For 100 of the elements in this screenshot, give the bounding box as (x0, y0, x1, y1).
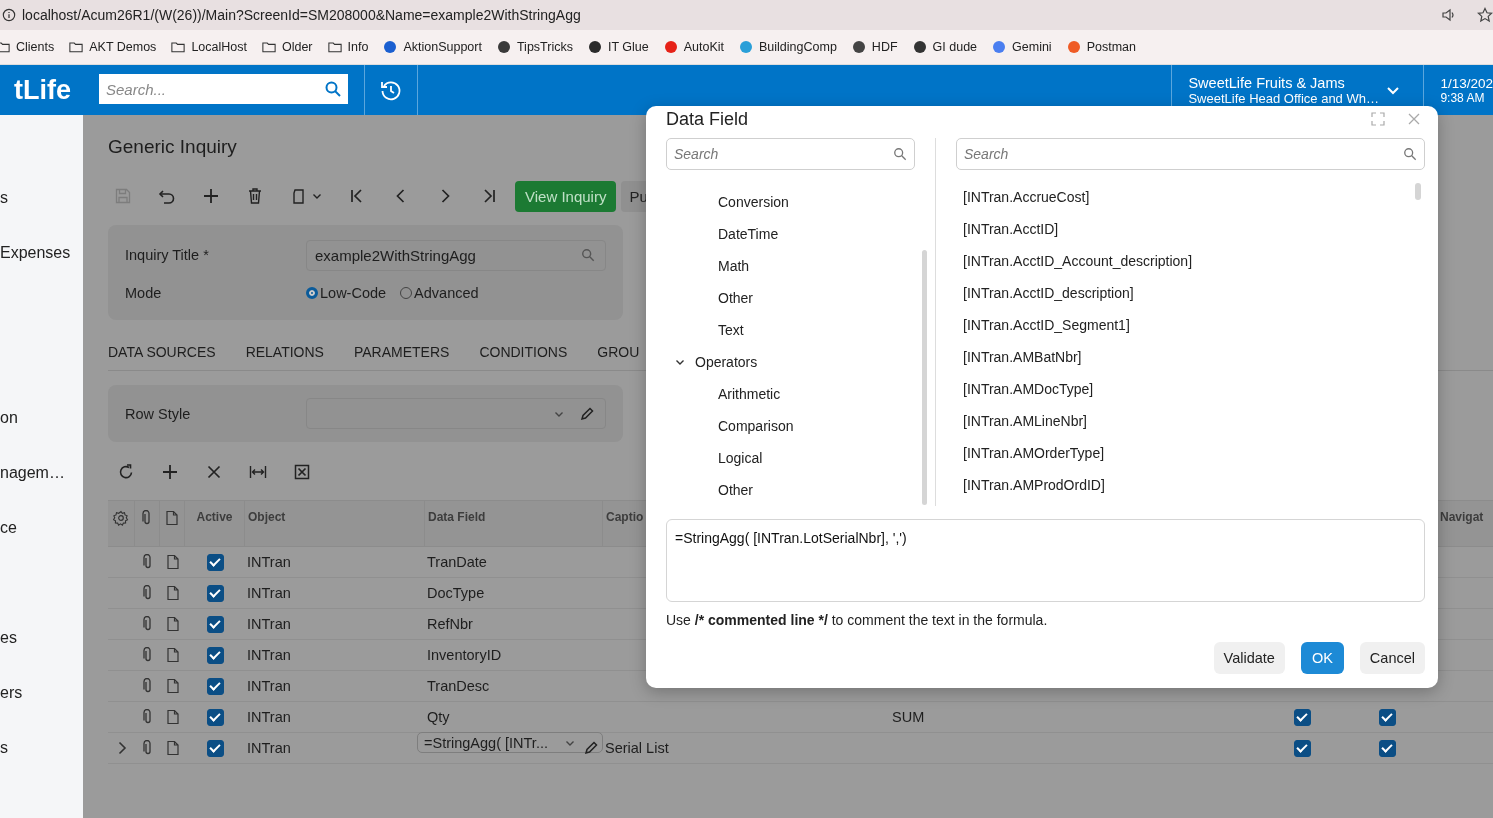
bookmark-link[interactable]: Gemini (1012, 40, 1052, 54)
plus-icon[interactable] (202, 187, 220, 205)
note-icon[interactable] (164, 709, 181, 725)
bookmark-link[interactable]: TipsTricks (516, 40, 573, 54)
checkbox[interactable] (1293, 708, 1311, 726)
bookmark-link[interactable]: AutoKit (683, 40, 725, 54)
sidebar-item[interactable]: s (0, 720, 83, 775)
plus-icon[interactable] (161, 463, 179, 481)
search-field[interactable]: Search (666, 138, 915, 170)
tree-item[interactable]: Other (666, 474, 915, 506)
checkbox[interactable] (206, 739, 224, 757)
tree-item[interactable]: Logical (666, 442, 915, 474)
field-list-item[interactable]: [INTran.AcctID_Segment1] (956, 309, 1425, 341)
pencil-icon[interactable] (583, 740, 599, 756)
tree-item[interactable]: Operators (666, 346, 915, 378)
note-icon[interactable] (164, 554, 181, 570)
bookmark-link[interactable]: IT Glue (607, 40, 649, 54)
grid-row[interactable]: INTran =StringAgg( [INTr... Serial List (108, 733, 1493, 764)
star-icon[interactable] (1477, 7, 1493, 23)
refresh-icon[interactable] (117, 463, 135, 481)
column-header[interactable]: Active (185, 501, 245, 546)
bookmark-link[interactable]: AKT Demos (89, 40, 157, 54)
ok-button[interactable]: OK (1300, 642, 1344, 674)
checkbox[interactable] (206, 615, 224, 633)
trash-icon[interactable] (246, 187, 264, 205)
field-list-item[interactable]: [INTran.AccrueCost] (956, 181, 1425, 213)
bookmark-link[interactable]: Older (281, 40, 313, 54)
dialog-button[interactable]: Validate (1213, 642, 1285, 674)
tab[interactable]: GROU (597, 344, 640, 370)
tree-item[interactable]: Other (666, 282, 915, 314)
settings-icon[interactable] (113, 510, 129, 526)
radio-option[interactable]: Low-Code (306, 285, 387, 301)
speaker-icon[interactable] (1441, 7, 1457, 23)
field-list-item[interactable]: [INTran.AcctID_Account_description] (956, 245, 1425, 277)
checkbox[interactable] (206, 646, 224, 664)
tab[interactable]: CONDITIONS (479, 344, 568, 370)
tree-item[interactable]: Conversion (666, 186, 915, 218)
field-list-item[interactable]: [INTran.AMDocType] (956, 373, 1425, 405)
checkbox[interactable] (206, 708, 224, 726)
tab[interactable]: RELATIONS (245, 344, 324, 370)
dialog-button[interactable]: Cancel (1359, 642, 1425, 674)
cross-icon[interactable] (205, 463, 223, 481)
bookmark-link[interactable]: LocalHost (191, 40, 247, 54)
undo-icon[interactable] (158, 187, 176, 205)
scrollbar[interactable] (922, 250, 927, 505)
field-list-item[interactable]: [INTran.AMProdOrdID] (956, 469, 1425, 501)
column-header[interactable]: Data Field (425, 501, 603, 546)
formula-field[interactable]: =StringAgg( [INTran.LotSerialNbr], ',') (666, 519, 1425, 602)
sidebar-item[interactable]: ers (0, 665, 83, 720)
scrollbar[interactable] (1415, 183, 1421, 200)
tree-item[interactable]: Comparison (666, 410, 915, 442)
bookmark-link[interactable]: GI dude (932, 40, 978, 54)
tree-item[interactable]: Arithmetic (666, 378, 915, 410)
note-icon[interactable] (164, 678, 181, 694)
checkbox[interactable] (1293, 739, 1311, 757)
tab[interactable]: DATA SOURCES (108, 344, 216, 370)
tab[interactable]: PARAMETERS (353, 344, 450, 370)
column-header[interactable]: Object (245, 501, 425, 546)
note-icon[interactable] (164, 616, 181, 632)
bookmark-link[interactable]: Postman (1086, 40, 1136, 54)
search-field[interactable]: Search... (99, 74, 348, 104)
bookmark-link[interactable]: HDF (871, 40, 898, 54)
sidebar-item[interactable]: Expenses (0, 225, 83, 280)
field-list-item[interactable]: [INTran.AcctID_description] (956, 277, 1425, 309)
pencil-icon[interactable] (579, 405, 595, 422)
sidebar-item[interactable]: on (0, 390, 83, 445)
search-icon[interactable] (324, 80, 342, 98)
fit-width-icon[interactable] (249, 463, 267, 481)
sidebar-item[interactable]: ce (0, 500, 83, 555)
sidebar-item[interactable]: nagem… (0, 445, 83, 500)
checkbox[interactable] (206, 553, 224, 571)
bookmark-link[interactable]: Info (347, 40, 369, 54)
info-icon[interactable] (2, 8, 16, 22)
checkbox[interactable] (206, 677, 224, 695)
search-icon[interactable] (581, 248, 595, 262)
search-icon[interactable] (1403, 147, 1417, 161)
bookmark-link[interactable]: BuildingComp (759, 40, 837, 54)
radio-button[interactable] (306, 287, 318, 299)
search-icon[interactable] (893, 147, 907, 161)
sidebar-item[interactable]: es (0, 610, 83, 665)
field-list-item[interactable]: [INTran.AMOrderType] (956, 437, 1425, 469)
checkbox[interactable] (1378, 739, 1396, 757)
radio-option[interactable]: Advanced (400, 285, 479, 301)
sidebar-item[interactable]: s (0, 170, 83, 225)
view-inquiry-button[interactable]: View Inquiry (515, 180, 617, 212)
row-style-field[interactable] (306, 398, 606, 429)
field-list-item[interactable]: [INTran.AMLineNbr] (956, 405, 1425, 437)
url-text[interactable]: localhost/Acum26R1/(W(26))/Main?ScreenId=SM208000&Name=example2WithStringAgg (22, 7, 581, 23)
note-icon[interactable] (164, 585, 181, 601)
boxed-x-icon[interactable] (293, 463, 311, 481)
caret-icon[interactable] (312, 191, 322, 201)
formula-editor-field[interactable]: =StringAgg( [INTr... (417, 732, 603, 753)
search-field[interactable]: Search (956, 138, 1425, 170)
tree-item[interactable]: DateTime (666, 218, 915, 250)
field-list-item[interactable]: [INTran.AcctID] (956, 213, 1425, 245)
bookmark-link[interactable]: Clients (16, 40, 55, 54)
checkbox[interactable] (206, 584, 224, 602)
bookmark-link[interactable]: AktionSupport (403, 40, 482, 54)
field-list-item[interactable]: [INTran.AMBatNbr] (956, 341, 1425, 373)
tree-item[interactable]: Math (666, 250, 915, 282)
